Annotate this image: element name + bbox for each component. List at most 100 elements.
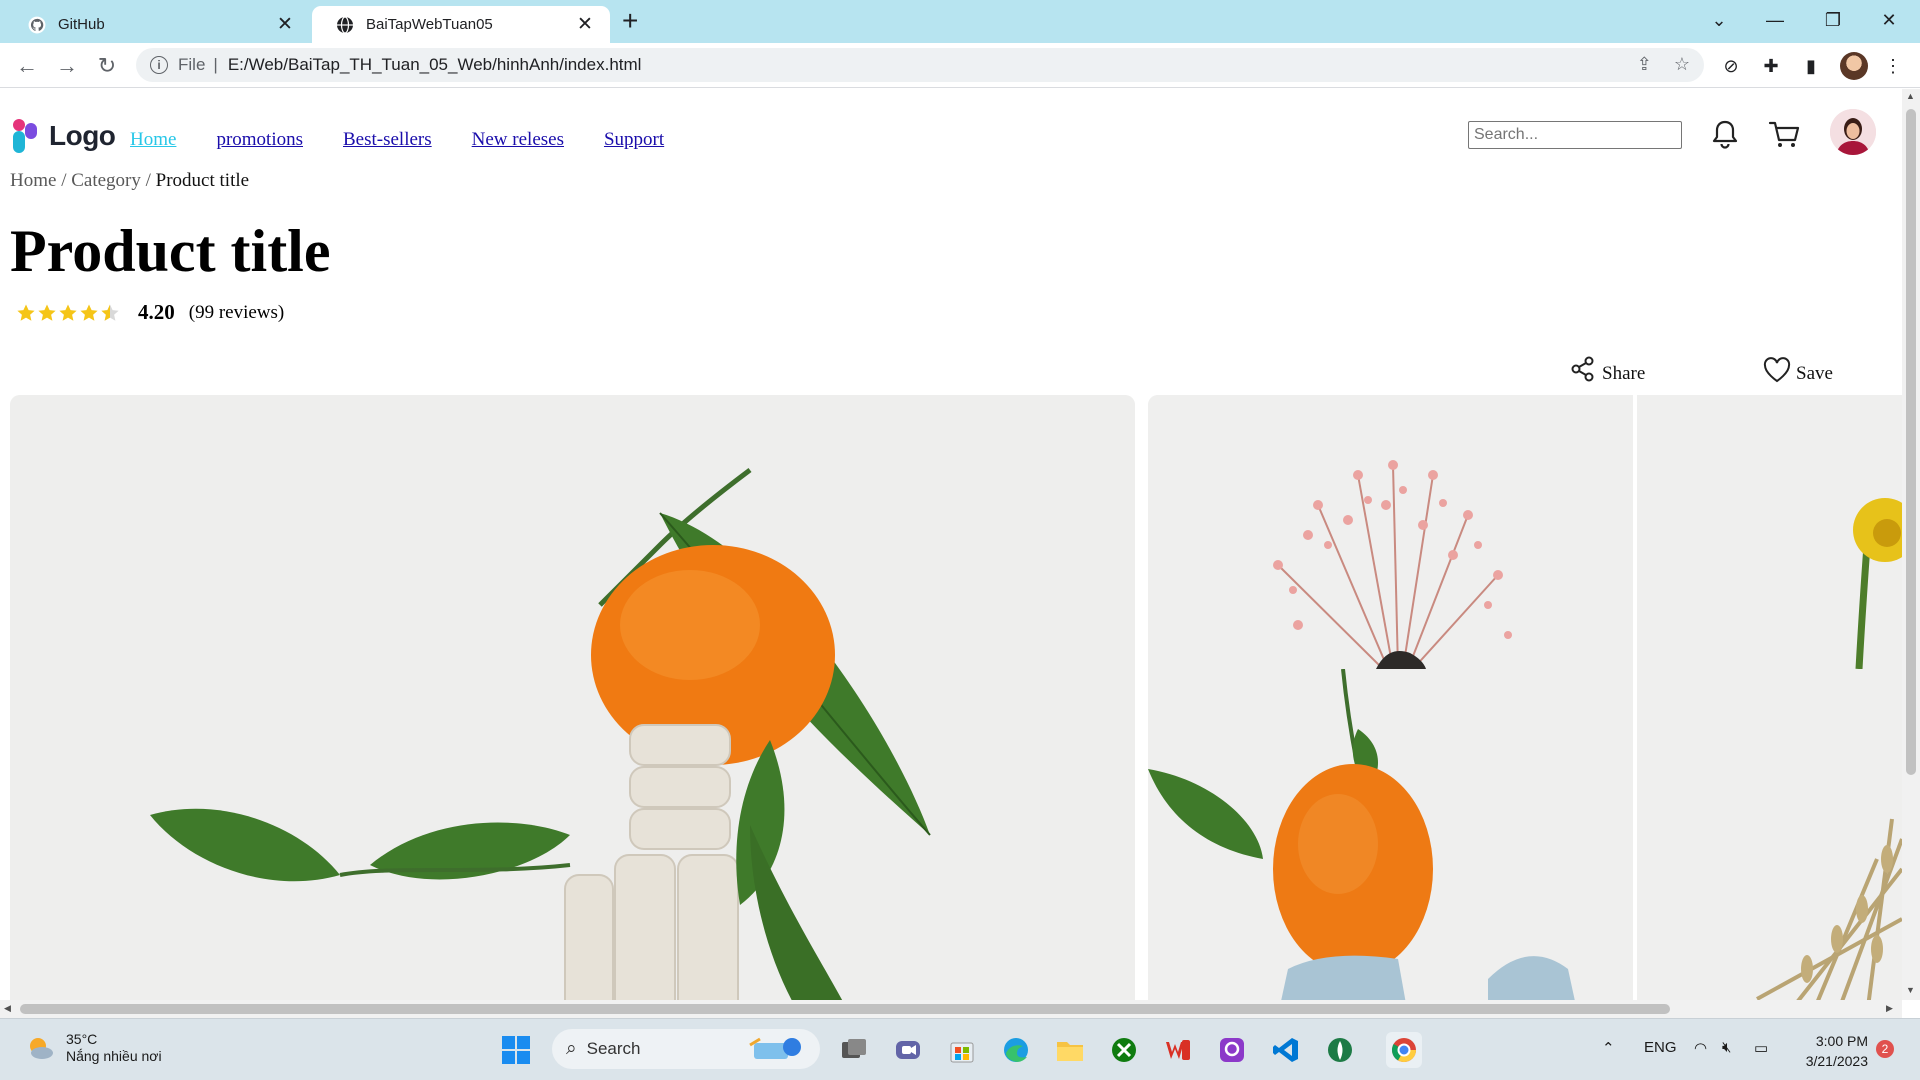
menu-kebab-icon[interactable]: ⋮ — [1880, 53, 1906, 79]
breadcrumb-current: Product title — [155, 170, 250, 191]
site-logo[interactable]: Logo — [11, 119, 116, 153]
gallery-thumb-dried-grass[interactable] — [1637, 669, 1902, 1000]
share-icon — [1571, 356, 1594, 382]
xbox-icon[interactable] — [1106, 1032, 1142, 1068]
scrollbar-thumb[interactable] — [1906, 109, 1916, 775]
user-avatar[interactable] — [1830, 109, 1876, 155]
browser-tab-strip: GitHub ✕ BaiTapWebTuan05 ✕ + ⌄ — ❐ ✕ — [0, 0, 1920, 43]
partly-sunny-icon — [30, 1038, 53, 1059]
star-full-icon — [38, 304, 56, 321]
minimize-icon[interactable]: — — [1752, 0, 1798, 40]
page-title: Product title — [10, 218, 331, 284]
nav-link-support[interactable]: Support — [604, 129, 664, 151]
bell-icon[interactable] — [1705, 115, 1745, 155]
windows-start-icon[interactable] — [498, 1032, 534, 1068]
nav-link-best-sellers[interactable]: Best-sellers — [343, 129, 432, 151]
gallery-thumb-orange[interactable] — [1148, 669, 1633, 1000]
taskbar: 35°C Nắng nhiều nơi ⌕ Search ⌃ ENG ◠ 🔇︎ … — [0, 1018, 1920, 1080]
tab-baitapwebtuan05[interactable]: BaiTapWebTuan05 ✕ — [312, 6, 610, 43]
wifi-icon[interactable]: ◠ — [1694, 1039, 1707, 1057]
nav-link-home[interactable]: Home — [130, 129, 176, 151]
speaker-muted-icon[interactable]: 🔇︎ — [1722, 1039, 1731, 1056]
chrome-icon[interactable] — [1386, 1032, 1422, 1068]
extensions-puzzle-icon[interactable]: ✚ — [1758, 53, 1784, 79]
star-half-icon — [101, 304, 119, 321]
url-text: E:/Web/BaiTap_TH_Tuan_05_Web/hinhAnh/ind… — [227, 55, 642, 74]
star-full-icon — [59, 304, 77, 321]
rating-value: 4.20 — [138, 300, 175, 324]
tab-github[interactable]: GitHub ✕ — [4, 6, 310, 43]
task-view-icon[interactable] — [836, 1032, 872, 1068]
weather-temperature: 35°C — [66, 1031, 98, 1047]
address-bar[interactable]: i File | E:/Web/BaiTap_TH_Tuan_05_Web/hi… — [136, 48, 1704, 82]
breadcrumb-separator: / — [145, 170, 151, 191]
forward-icon[interactable]: → — [52, 51, 82, 81]
gallery-main-image[interactable] — [10, 395, 1135, 1000]
breadcrumb-category[interactable]: Category — [71, 170, 141, 191]
share-button[interactable]: Share — [1570, 355, 1645, 385]
reload-icon[interactable]: ↻ — [92, 51, 122, 81]
clock-time: 3:00 PM — [1815, 1033, 1868, 1049]
product-photo — [10, 395, 1135, 1000]
nav-link-new-releases[interactable]: New releses — [472, 129, 564, 151]
save-button[interactable]: Save — [1762, 355, 1833, 385]
logo-mark-icon — [11, 119, 41, 153]
share-label: Share — [1602, 363, 1646, 384]
scrollbar-thumb[interactable] — [20, 1004, 1670, 1014]
user-photo-icon — [1830, 109, 1876, 155]
gallery-thumb-flowers[interactable] — [1148, 395, 1633, 669]
new-tab-icon[interactable]: + — [622, 7, 638, 35]
edge-icon[interactable] — [998, 1032, 1034, 1068]
close-icon[interactable]: ✕ — [274, 13, 296, 36]
show-hidden-icons-chevron-icon[interactable]: ⌃ — [1602, 1039, 1615, 1057]
scroll-right-icon[interactable]: ▶ — [1886, 1003, 1893, 1014]
scroll-up-icon[interactable]: ▲ — [1906, 91, 1915, 101]
gallery-thumb-yellow-flower[interactable] — [1637, 395, 1902, 669]
vertical-scrollbar[interactable]: ▲ ▼ — [1902, 89, 1920, 1000]
breadcrumb-separator: / — [61, 170, 67, 191]
scroll-down-icon[interactable]: ▼ — [1906, 985, 1915, 995]
compass-extension-icon[interactable]: ⊘ — [1718, 53, 1744, 79]
side-panel-icon[interactable]: ▮ — [1798, 53, 1824, 79]
bookmark-star-icon[interactable]: ☆ — [1674, 54, 1690, 75]
file-explorer-icon[interactable] — [1052, 1032, 1088, 1068]
nodejs-icon[interactable] — [1322, 1032, 1358, 1068]
taskbar-search[interactable]: ⌕ Search — [552, 1029, 820, 1069]
browser-toolbar: ← → ↻ i File | E:/Web/BaiTap_TH_Tuan_05_… — [0, 43, 1920, 88]
microsoft-store-icon[interactable] — [944, 1032, 980, 1068]
system-clock[interactable]: 3:00 PM 3/21/2023 — [1790, 1031, 1868, 1071]
info-icon[interactable]: i — [150, 56, 168, 74]
tab-label: GitHub — [58, 16, 105, 33]
battery-icon[interactable]: ▭ — [1754, 1039, 1768, 1057]
logo-text: Logo — [49, 120, 116, 151]
horizontal-scrollbar[interactable]: ◀ ▶ — [0, 1000, 1902, 1018]
cart-icon[interactable] — [1765, 115, 1805, 155]
share-page-icon[interactable]: ⇪ — [1637, 54, 1652, 75]
breadcrumb: Home / Category / Product title — [10, 170, 249, 192]
vscode-icon[interactable] — [1268, 1032, 1304, 1068]
tab-search-chevron-icon[interactable]: ⌄ — [1696, 0, 1742, 40]
nav-link-promotions[interactable]: promotions — [216, 129, 303, 151]
teams-chat-icon[interactable] — [890, 1032, 926, 1068]
restore-icon[interactable]: ❐ — [1810, 0, 1856, 40]
profile-avatar-icon[interactable] — [1840, 52, 1868, 80]
notification-badge[interactable]: 2 — [1876, 1040, 1894, 1058]
back-icon[interactable]: ← — [12, 51, 42, 81]
language-indicator[interactable]: ENG — [1644, 1039, 1677, 1056]
window-close-icon[interactable]: ✕ — [1866, 0, 1912, 40]
github-icon — [28, 16, 46, 33]
save-label: Save — [1796, 363, 1833, 384]
search-highlight-icon — [749, 1037, 801, 1059]
close-icon[interactable]: ✕ — [574, 13, 596, 36]
product-photo — [1637, 395, 1902, 669]
review-count[interactable]: (99 reviews) — [189, 302, 285, 324]
product-photo — [1148, 669, 1633, 1000]
weather-widget[interactable]: 35°C Nắng nhiều nơi — [24, 1031, 162, 1065]
scroll-left-icon[interactable]: ◀ — [4, 1003, 11, 1014]
clock-date: 3/21/2023 — [1805, 1053, 1868, 1069]
wps-office-icon[interactable] — [1160, 1032, 1196, 1068]
main-nav: Home promotions Best-sellers New releses… — [130, 129, 664, 151]
messenger-app-icon[interactable] — [1214, 1032, 1250, 1068]
breadcrumb-home[interactable]: Home — [10, 170, 56, 191]
search-input[interactable] — [1468, 121, 1682, 149]
